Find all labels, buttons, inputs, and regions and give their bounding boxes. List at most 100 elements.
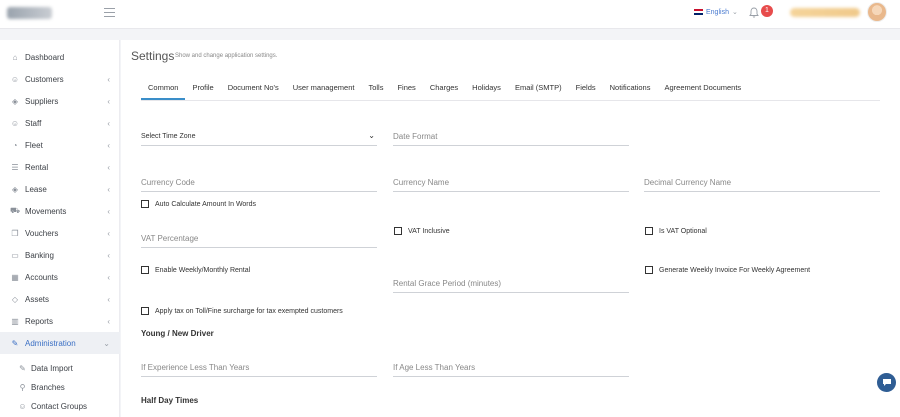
checkbox-box[interactable] bbox=[141, 307, 149, 315]
sidebar-item-accounts[interactable]: ▦ Accounts ‹ bbox=[0, 266, 120, 288]
menu-toggle-icon[interactable] bbox=[104, 8, 115, 17]
currency-code-field[interactable]: Currency Code bbox=[141, 174, 377, 192]
app-logo[interactable] bbox=[7, 7, 52, 19]
sidebar-item-label: Assets bbox=[25, 294, 50, 304]
sidebar-item-label: Banking bbox=[25, 250, 54, 260]
sidebar-item-suppliers[interactable]: ◈ Suppliers ‹ bbox=[0, 90, 120, 112]
sidebar-item-label: Dashboard bbox=[25, 52, 65, 62]
page-subtitle: Show and change application settings. bbox=[175, 53, 278, 59]
is-vat-optional-checkbox[interactable]: Is VAT Optional bbox=[645, 227, 707, 235]
map-pin-icon: ⚲ bbox=[19, 382, 26, 392]
bell-icon[interactable] bbox=[749, 7, 759, 18]
checkbox-label: Apply tax on Toll/Fine surcharge for tax… bbox=[155, 307, 343, 315]
sidebar-item-reports[interactable]: ▥ Reports ‹ bbox=[0, 310, 120, 332]
chevron-down-icon: ⌄ bbox=[103, 338, 110, 348]
time-zone-select[interactable]: Select Time Zone ⌄ bbox=[141, 128, 377, 146]
chevron-down-icon: ⌄ bbox=[731, 9, 738, 16]
chevron-left-icon: ‹ bbox=[107, 74, 110, 84]
checkbox-box[interactable] bbox=[141, 266, 149, 274]
home-icon: ⌂ bbox=[12, 52, 18, 62]
sidebar-item-label: Lease bbox=[25, 184, 47, 194]
sidebar-item-staff[interactable]: ☺ Staff ‹ bbox=[0, 112, 120, 134]
layers-icon: ◈ bbox=[11, 96, 19, 106]
tab-notifications[interactable]: Notifications bbox=[603, 80, 658, 100]
tab-document-nos[interactable]: Document No's bbox=[221, 80, 286, 100]
auto-calc-words-checkbox[interactable]: Auto Calculate Amount In Words bbox=[141, 200, 256, 208]
checkbox-label: Enable Weekly/Monthly Rental bbox=[155, 266, 251, 274]
top-bar: English ⌄ 1 bbox=[0, 0, 900, 29]
sidebar-item-label: Accounts bbox=[25, 272, 58, 282]
language-selector[interactable]: English ⌄ bbox=[694, 8, 738, 16]
sidebar-item-label: Rental bbox=[25, 162, 49, 172]
rental-grace-period-field[interactable]: Rental Grace Period (minutes) bbox=[393, 275, 629, 293]
tab-fines[interactable]: Fines bbox=[390, 80, 422, 100]
currency-name-field[interactable]: Currency Name bbox=[393, 174, 629, 192]
users-icon: ☺ bbox=[10, 74, 20, 84]
enable-weekly-monthly-checkbox[interactable]: Enable Weekly/Monthly Rental bbox=[141, 266, 250, 274]
chevron-left-icon: ‹ bbox=[107, 250, 110, 260]
tab-user-management[interactable]: User management bbox=[286, 80, 362, 100]
sidebar-subitem-branches[interactable]: ⚲ Branches bbox=[18, 379, 65, 395]
sidebar-item-label: Administration bbox=[25, 338, 76, 348]
notification-badge[interactable]: 1 bbox=[761, 5, 773, 17]
sidebar-item-customers[interactable]: ☺ Customers ‹ bbox=[0, 68, 120, 90]
section-young-driver: Young / New Driver bbox=[141, 329, 214, 338]
truck-icon: ⛟ bbox=[9, 206, 21, 215]
decimal-currency-name-field[interactable]: Decimal Currency Name bbox=[644, 174, 880, 192]
tab-agreement-documents[interactable]: Agreement Documents bbox=[657, 80, 748, 100]
chevron-left-icon: ‹ bbox=[107, 140, 110, 150]
apply-tax-toll-checkbox[interactable]: Apply tax on Toll/Fine surcharge for tax… bbox=[141, 307, 343, 315]
avatar[interactable] bbox=[867, 2, 887, 22]
tab-common[interactable]: Common bbox=[141, 80, 186, 100]
chevron-left-icon: ‹ bbox=[107, 272, 110, 282]
sidebar-item-fleet[interactable]: ◔ Fleet ‹ bbox=[0, 134, 120, 156]
tab-email-smtp[interactable]: Email (SMTP) bbox=[508, 80, 569, 100]
sidebar-item-dashboard[interactable]: ⌂ Dashboard bbox=[0, 46, 120, 68]
sidebar-item-assets[interactable]: ◇ Assets ‹ bbox=[0, 288, 120, 310]
generate-weekly-invoice-checkbox[interactable]: Generate Weekly Invoice For Weekly Agree… bbox=[645, 266, 810, 274]
user-icon: ☺ bbox=[10, 118, 20, 128]
sidebar-item-label: Staff bbox=[25, 118, 42, 128]
chevron-left-icon: ‹ bbox=[107, 162, 110, 172]
tab-fields[interactable]: Fields bbox=[569, 80, 603, 100]
experience-less-than-field[interactable]: If Experience Less Than Years bbox=[141, 359, 377, 377]
sidebar-item-rental[interactable]: ☰ Rental ‹ bbox=[0, 156, 120, 178]
tab-charges[interactable]: Charges bbox=[423, 80, 465, 100]
chart-icon: ▥ bbox=[11, 316, 19, 326]
vat-percentage-field[interactable]: VAT Percentage bbox=[141, 230, 377, 248]
folder-icon: ▭ bbox=[11, 250, 19, 260]
checkbox-box[interactable] bbox=[645, 227, 653, 235]
chevron-left-icon: ‹ bbox=[107, 294, 110, 304]
checkbox-box[interactable] bbox=[645, 266, 653, 274]
checkbox-box[interactable] bbox=[394, 227, 402, 235]
section-half-day: Half Day Times bbox=[141, 396, 199, 405]
sidebar-item-banking[interactable]: ▭ Banking ‹ bbox=[0, 244, 120, 266]
tab-profile[interactable]: Profile bbox=[185, 80, 220, 100]
date-format-field[interactable]: Date Format bbox=[393, 128, 629, 146]
list-icon: ☰ bbox=[11, 162, 19, 172]
sidebar-item-administration[interactable]: ✎ Administration ⌄ bbox=[0, 332, 120, 354]
chevron-left-icon: ‹ bbox=[107, 228, 110, 238]
vat-inclusive-checkbox[interactable]: VAT Inclusive bbox=[394, 227, 450, 235]
tab-holidays[interactable]: Holidays bbox=[465, 80, 508, 100]
user-name[interactable] bbox=[790, 8, 860, 17]
chevron-left-icon: ‹ bbox=[107, 118, 110, 128]
age-less-than-field[interactable]: If Age Less Than Years bbox=[393, 359, 629, 377]
tabs-divider bbox=[141, 100, 880, 101]
tab-tolls[interactable]: Tolls bbox=[361, 80, 390, 100]
chevron-left-icon: ‹ bbox=[107, 206, 110, 216]
sidebar-item-label: Customers bbox=[25, 74, 64, 84]
sidebar-subitem-data-import[interactable]: ✎ Data Import bbox=[18, 360, 73, 376]
sidebar-item-movements[interactable]: ⛟ Movements ‹ bbox=[0, 200, 120, 222]
uk-flag-icon bbox=[694, 9, 703, 15]
chevron-left-icon: ‹ bbox=[107, 96, 110, 106]
sidebar-item-vouchers[interactable]: ❐ Vouchers ‹ bbox=[0, 222, 120, 244]
chat-icon[interactable] bbox=[877, 373, 896, 392]
sidebar-item-label: Movements bbox=[25, 206, 67, 216]
sidebar-item-lease[interactable]: ◈ Lease ‹ bbox=[0, 178, 120, 200]
checkbox-box[interactable] bbox=[141, 200, 149, 208]
sidebar-subitem-contact-groups[interactable]: ☺ Contact Groups bbox=[18, 398, 87, 414]
calculator-icon: ▦ bbox=[11, 272, 19, 282]
stack-icon: ◈ bbox=[11, 184, 19, 194]
chevron-left-icon: ‹ bbox=[107, 184, 110, 194]
